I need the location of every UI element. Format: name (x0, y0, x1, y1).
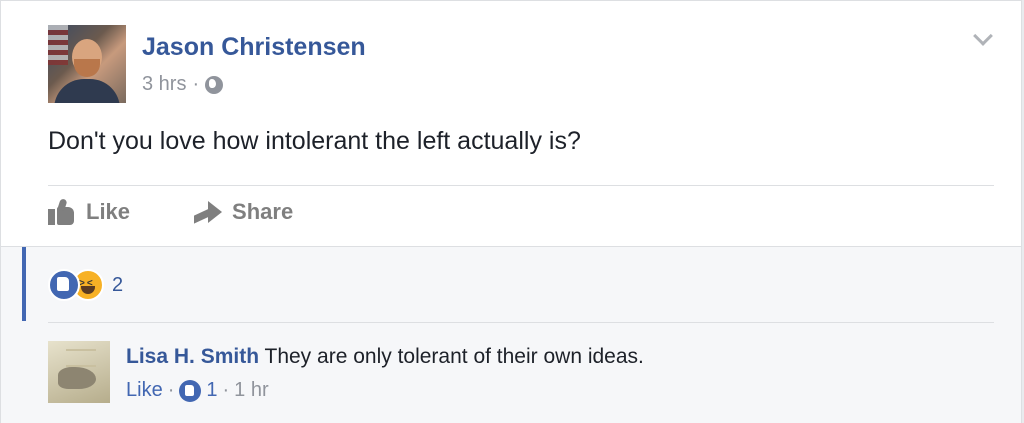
divider (48, 322, 994, 323)
globe-icon[interactable] (205, 75, 224, 94)
author-avatar[interactable] (48, 25, 126, 103)
like-label: Like (86, 199, 131, 224)
avatar-beard (74, 59, 100, 77)
thumbs-up-icon (179, 379, 202, 402)
divider (48, 185, 994, 186)
comment-meta: Like · 1 · 1 hr (126, 379, 269, 402)
thumbs-up-icon (48, 198, 76, 225)
comment-like-button[interactable]: Like (126, 379, 163, 402)
comment-time[interactable]: 1 hr (234, 379, 268, 402)
author-name[interactable]: Jason Christensen (142, 33, 366, 62)
like-button[interactable]: Like (48, 198, 131, 225)
post-time[interactable]: 3 hrs (142, 73, 186, 96)
commenter-avatar[interactable] (48, 341, 110, 403)
post-text: Don't you love how intolerant the left a… (48, 127, 581, 155)
share-label: Share (232, 199, 294, 224)
accent-bar (22, 247, 26, 321)
post-meta: 3 hrs · (142, 73, 224, 96)
reactions-summary[interactable]: >< 2 (48, 269, 123, 301)
post-actions: Like Share (48, 198, 293, 225)
avatar-body (54, 79, 120, 103)
comment-body: Lisa H. Smith They are only tolerant of … (126, 345, 644, 369)
flag-background (48, 25, 68, 65)
comment-like-count[interactable]: 1 (206, 379, 217, 402)
comment-author[interactable]: Lisa H. Smith (126, 345, 259, 368)
comment-text: They are only tolerant of their own idea… (264, 345, 644, 368)
post-card: Jason Christensen 3 hrs · Don't you love… (0, 0, 1022, 423)
meta-separator: · (167, 379, 175, 401)
meta-separator: · (192, 73, 200, 95)
meta-separator: · (222, 379, 230, 401)
share-button[interactable]: Share (194, 199, 293, 225)
reaction-count: 2 (112, 273, 124, 296)
chevron-down-icon[interactable] (973, 26, 993, 46)
share-arrow-icon (194, 201, 223, 224)
like-reaction-icon (48, 269, 80, 301)
comments-section: >< 2 Lisa H. Smith They are only toleran… (1, 246, 1021, 423)
